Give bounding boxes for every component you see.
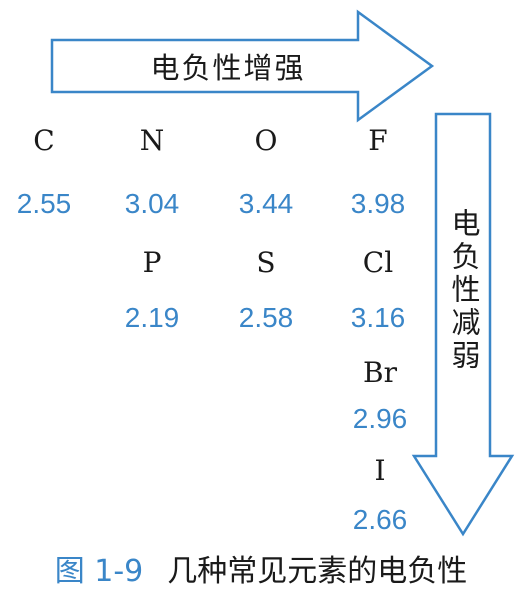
element-value-br: 2.96 bbox=[352, 403, 408, 434]
element-value-c: 2.55 bbox=[16, 188, 72, 219]
element-value-p: 2.19 bbox=[124, 302, 180, 333]
element-value-n: 3.04 bbox=[124, 188, 180, 219]
element-value-s: 2.58 bbox=[238, 302, 294, 333]
element-value-o: 3.44 bbox=[238, 188, 294, 219]
element-symbol-cl: Cl bbox=[362, 246, 394, 279]
element-value-cl: 3.16 bbox=[350, 302, 406, 333]
element-symbol-f: F bbox=[368, 124, 388, 157]
element-symbol-i: I bbox=[374, 454, 386, 487]
figure-caption: 图 1-9 几种常见元素的电负性 bbox=[0, 552, 522, 592]
element-value-i: 2.66 bbox=[352, 504, 408, 535]
element-symbol-p: P bbox=[142, 246, 162, 279]
element-symbol-n: N bbox=[139, 124, 165, 157]
horizontal-arrow-label: 电负性增强 bbox=[150, 51, 306, 85]
element-symbol-c: C bbox=[33, 124, 55, 157]
figure-title: 几种常见元素的电负性 bbox=[167, 554, 468, 589]
element-symbol-s: S bbox=[256, 246, 276, 279]
vertical-arrow-label: 电负性减弱 bbox=[447, 208, 481, 373]
element-value-f: 3.98 bbox=[350, 188, 406, 219]
element-symbol-br: Br bbox=[363, 356, 397, 389]
figure-page: 电负性增强 电负性减弱 C 2.55 N 3.04 O 3.44 F 3.98 … bbox=[0, 0, 522, 609]
element-symbol-o: O bbox=[254, 124, 278, 157]
figure-number: 图 1-9 bbox=[54, 554, 144, 589]
